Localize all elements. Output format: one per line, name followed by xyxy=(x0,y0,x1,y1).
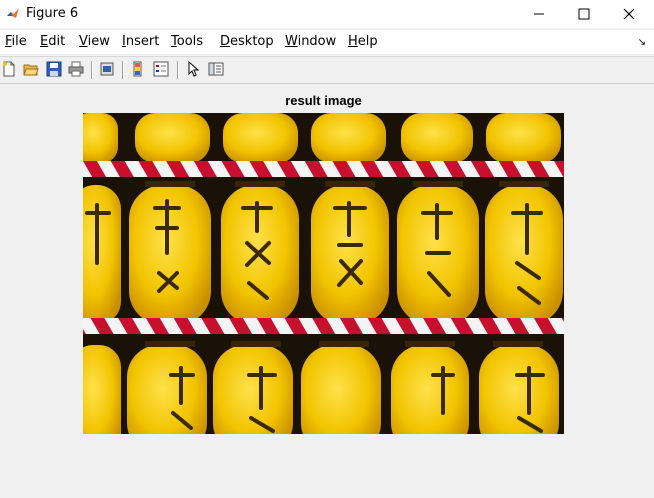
matlab-icon xyxy=(6,6,20,20)
insert-colorbar-button[interactable] xyxy=(129,60,147,78)
window-title: Figure 6 xyxy=(26,6,79,21)
menu-file[interactable]: File xyxy=(5,34,27,49)
menu-edit[interactable]: Edit xyxy=(40,34,65,49)
open-file-button[interactable] xyxy=(22,60,40,78)
insert-legend-button[interactable] xyxy=(152,60,170,78)
print-button[interactable] xyxy=(67,60,85,78)
menu-window[interactable]: Window xyxy=(285,34,336,49)
close-icon xyxy=(623,8,635,20)
lantern-photo xyxy=(83,113,564,434)
insert-colorbar-icon xyxy=(133,61,142,77)
print-preview-button[interactable] xyxy=(98,60,116,78)
figure-toolbar xyxy=(0,56,654,84)
menu-tools[interactable]: Tools xyxy=(171,34,203,49)
property-inspector-icon xyxy=(208,62,224,76)
axes-title: result image xyxy=(285,93,362,108)
toolbar-separator xyxy=(91,61,93,79)
menu-help[interactable]: Help xyxy=(348,34,378,49)
edit-plot-arrow-icon xyxy=(188,61,200,77)
print-icon xyxy=(68,61,84,77)
title-bar[interactable]: Figure 6 xyxy=(0,0,654,28)
menu-bar: File Edit View Insert Tools Desktop Wind… xyxy=(0,30,654,54)
menu-insert[interactable]: Insert xyxy=(122,34,159,49)
toolbar-separator xyxy=(122,61,124,79)
property-inspector-button[interactable] xyxy=(207,60,225,78)
toolbar-separator xyxy=(177,61,179,79)
new-figure-button[interactable] xyxy=(0,60,18,78)
maximize-icon xyxy=(578,8,590,20)
edit-plot-button[interactable] xyxy=(184,60,202,78)
minimize-button[interactable] xyxy=(516,0,562,28)
insert-legend-icon xyxy=(153,61,169,77)
save-icon xyxy=(46,61,62,77)
open-file-icon xyxy=(23,64,39,76)
new-figure-icon xyxy=(3,61,15,77)
print-preview-icon xyxy=(100,62,114,76)
result-image[interactable] xyxy=(83,113,564,434)
menu-desktop[interactable]: Desktop xyxy=(220,34,274,49)
menu-view[interactable]: View xyxy=(79,34,110,49)
dock-arrow-icon[interactable]: ↘ xyxy=(638,37,646,48)
minimize-icon xyxy=(534,13,544,15)
close-button[interactable] xyxy=(606,0,652,28)
save-button[interactable] xyxy=(45,60,63,78)
maximize-button[interactable] xyxy=(561,0,607,28)
